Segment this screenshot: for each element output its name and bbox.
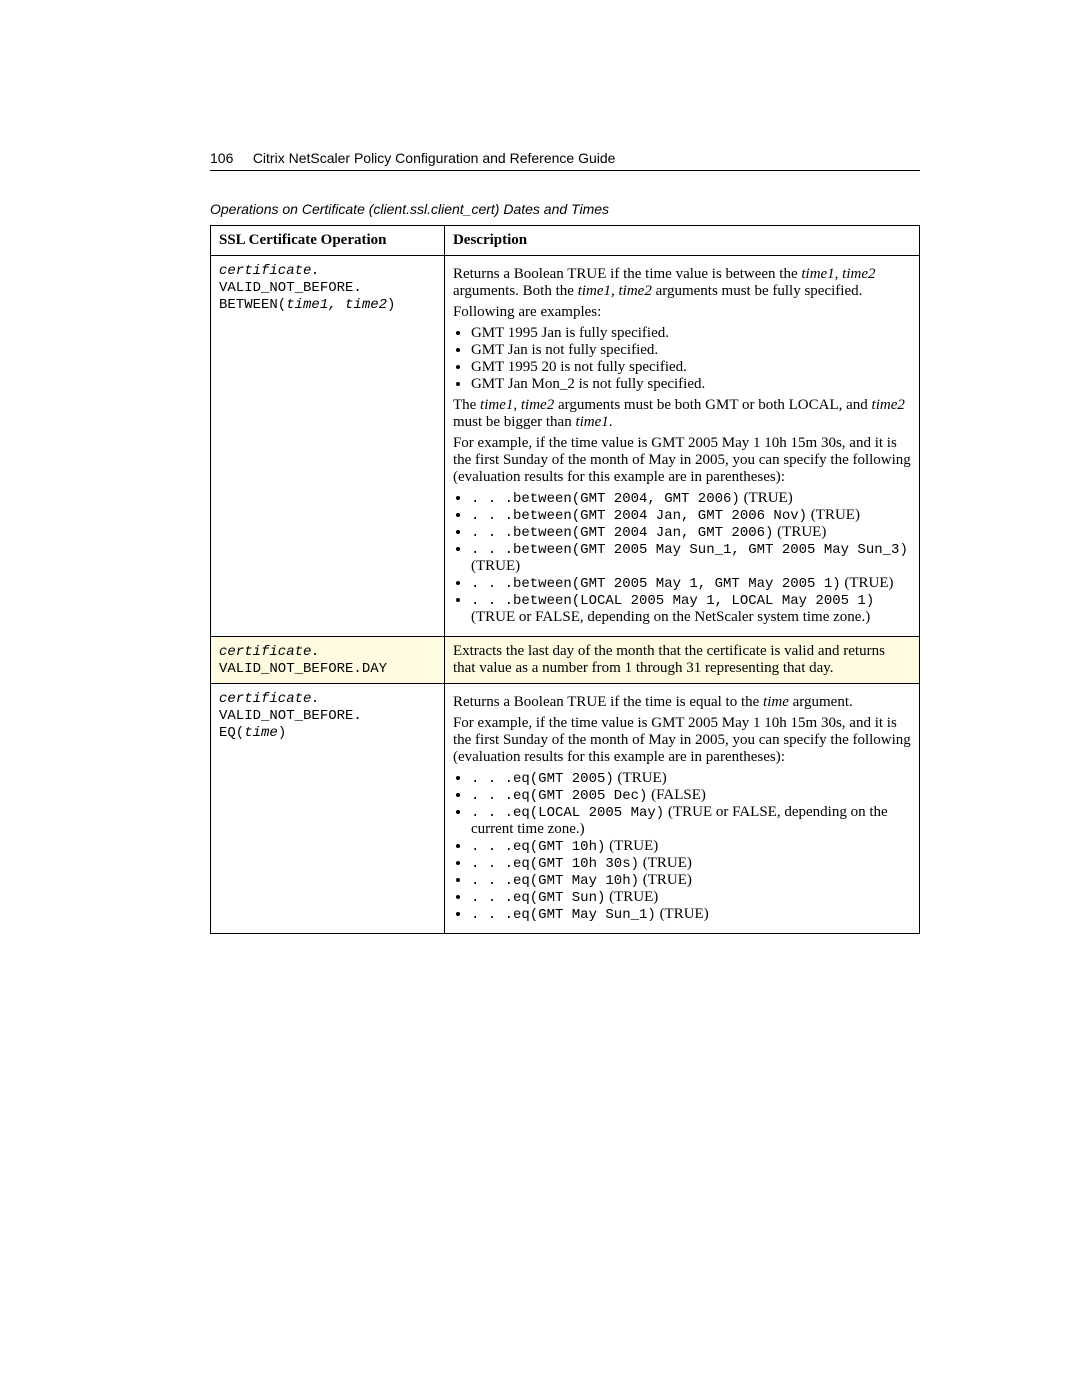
- list-item: . . .eq(LOCAL 2005 May) (TRUE or FALSE, …: [471, 804, 911, 838]
- col-header-description: Description: [444, 226, 919, 256]
- list-item: . . .eq(GMT 2005) (TRUE): [471, 770, 911, 787]
- operation-cell: certificate. VALID_NOT_BEFORE. BETWEEN(t…: [211, 256, 445, 637]
- list-item: . . .between(GMT 2004 Jan, GMT 2006 Nov)…: [471, 507, 911, 524]
- list-item: . . .between(GMT 2004 Jan, GMT 2006) (TR…: [471, 524, 911, 541]
- list-item: . . .eq(GMT 10h) (TRUE): [471, 838, 911, 855]
- description-cell: Extracts the last day of the month that …: [444, 637, 919, 684]
- col-header-operation: SSL Certificate Operation: [211, 226, 445, 256]
- code-list: . . .eq(GMT 2005) (TRUE) . . .eq(GMT 200…: [453, 770, 911, 923]
- desc-para: The time1, time2 arguments must be both …: [453, 397, 911, 431]
- desc-para: Returns a Boolean TRUE if the time is eq…: [453, 694, 911, 711]
- desc-para: For example, if the time value is GMT 20…: [453, 715, 911, 766]
- page: 106 Citrix NetScaler Policy Configuratio…: [0, 0, 1080, 1014]
- page-title: Citrix NetScaler Policy Configuration an…: [253, 150, 616, 166]
- desc-para: Following are examples:: [453, 304, 911, 321]
- description-cell: Returns a Boolean TRUE if the time is eq…: [444, 684, 919, 934]
- list-item: . . .between(GMT 2004, GMT 2006) (TRUE): [471, 490, 911, 507]
- desc-para: Returns a Boolean TRUE if the time value…: [453, 266, 911, 300]
- operation-cell: certificate. VALID_NOT_BEFORE.DAY: [211, 637, 445, 684]
- list-item: . . .between(GMT 2005 May 1, GMT May 200…: [471, 575, 911, 592]
- list-item: . . .eq(GMT 10h 30s) (TRUE): [471, 855, 911, 872]
- code-list: . . .between(GMT 2004, GMT 2006) (TRUE) …: [453, 490, 911, 626]
- description-cell: Returns a Boolean TRUE if the time value…: [444, 256, 919, 637]
- table-row: certificate. VALID_NOT_BEFORE.DAY Extrac…: [211, 637, 920, 684]
- list-item: GMT 1995 Jan is fully specified.: [471, 325, 911, 342]
- list-item: GMT Jan Mon_2 is not fully specified.: [471, 376, 911, 393]
- list-item: . . .eq(GMT May 10h) (TRUE): [471, 872, 911, 889]
- table-caption: Operations on Certificate (client.ssl.cl…: [210, 201, 920, 217]
- table-header-row: SSL Certificate Operation Description: [211, 226, 920, 256]
- table-row: certificate. VALID_NOT_BEFORE. BETWEEN(t…: [211, 256, 920, 637]
- example-list: GMT 1995 Jan is fully specified. GMT Jan…: [453, 325, 911, 393]
- list-item: GMT Jan is not fully specified.: [471, 342, 911, 359]
- table-row: certificate. VALID_NOT_BEFORE. EQ(time) …: [211, 684, 920, 934]
- list-item: GMT 1995 20 is not fully specified.: [471, 359, 911, 376]
- list-item: . . .between(GMT 2005 May Sun_1, GMT 200…: [471, 541, 911, 575]
- list-item: . . .eq(GMT Sun) (TRUE): [471, 889, 911, 906]
- operation-cell: certificate. VALID_NOT_BEFORE. EQ(time): [211, 684, 445, 934]
- list-item: . . .eq(GMT May Sun_1) (TRUE): [471, 906, 911, 923]
- list-item: . . .between(LOCAL 2005 May 1, LOCAL May…: [471, 592, 911, 626]
- page-header: 106 Citrix NetScaler Policy Configuratio…: [210, 150, 920, 171]
- ssl-cert-table: SSL Certificate Operation Description ce…: [210, 225, 920, 934]
- list-item: . . .eq(GMT 2005 Dec) (FALSE): [471, 787, 911, 804]
- page-number: 106: [210, 150, 233, 166]
- desc-para: For example, if the time value is GMT 20…: [453, 435, 911, 486]
